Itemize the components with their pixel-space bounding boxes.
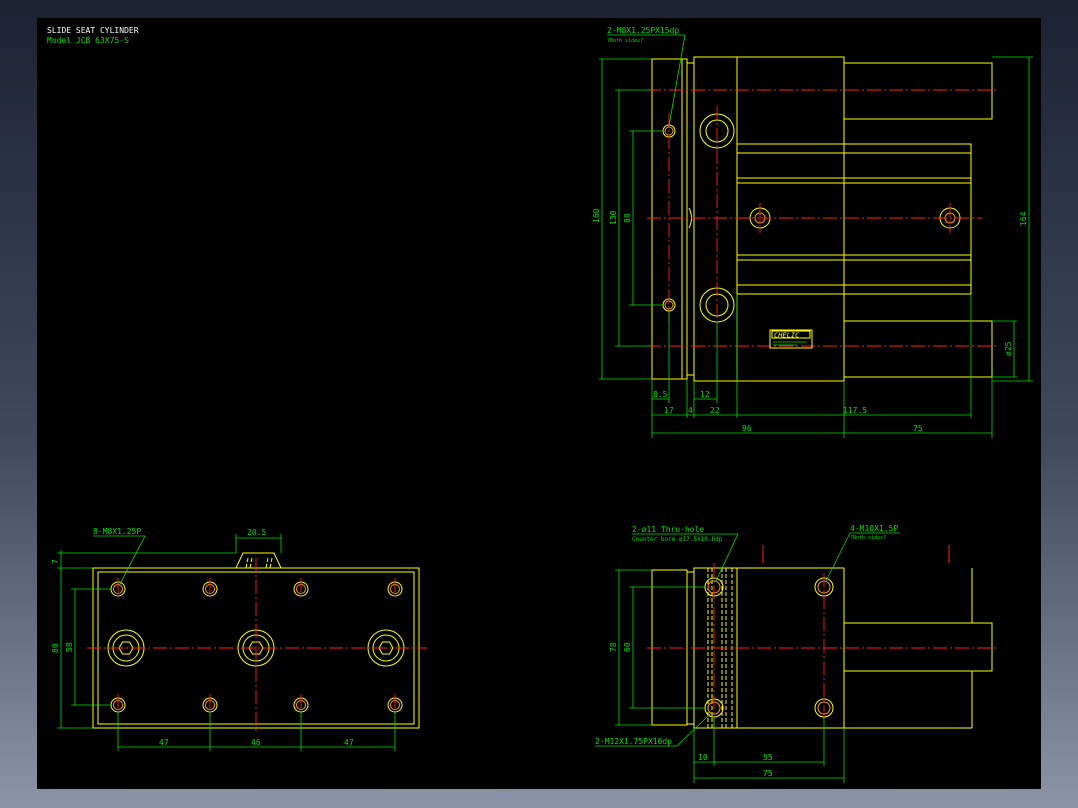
dim-dia25: ø25 [1004, 341, 1013, 356]
dim-8-5: 8.5 [653, 390, 668, 399]
dim-47-right: 47 [344, 738, 354, 747]
dim-88: 88 [623, 213, 632, 223]
br-callout-counterbore: Counter bore ø17.5X10.8dp [632, 536, 723, 543]
bl-callout-thread: 8-M8X1.25P [93, 527, 141, 536]
dim-117-5: 117.5 [843, 406, 867, 415]
dim-22: 22 [710, 406, 720, 415]
top-view: CHELIC 160 130 88 164 ø25 8.5 12 17 4 22… [592, 26, 1033, 438]
dim-4: 4 [688, 406, 693, 415]
dim-78: 78 [609, 642, 618, 652]
dim-164: 164 [1019, 211, 1028, 226]
bottom-right-view: 78 60 10 55 75 2-ø11 Thru-hole Counter b… [595, 524, 999, 783]
top-callout-sides: ?Both sides? [607, 38, 643, 44]
dim-55: 55 [763, 753, 773, 762]
brand-label: CHELIC [774, 332, 800, 340]
dim-46: 46 [251, 738, 261, 747]
bottom-left-view: 20.5 7 80 58 47 46 47 8-M8X1.25P [51, 527, 427, 751]
drawing-canvas[interactable]: SLIDE SEAT CYLINDER Model JCB 63X75-S CH… [37, 18, 1041, 789]
dim-7: 7 [51, 559, 60, 564]
drawing-model: Model JCB 63X75-S [47, 36, 129, 45]
dim-58: 58 [65, 642, 74, 652]
dim-96: 96 [742, 424, 752, 433]
dim-80: 80 [51, 643, 60, 653]
dim-160: 160 [592, 208, 601, 223]
dim-75: 75 [913, 424, 923, 433]
br-callout-m12: 2-M12X1.75PX16dp [595, 737, 672, 746]
dim-47-left: 47 [159, 738, 169, 747]
dim-130: 130 [609, 210, 618, 225]
br-callout-m10: 4-M10X1.5P [850, 524, 898, 533]
drawing-title: SLIDE SEAT CYLINDER [47, 26, 139, 35]
top-callout-thread: 2-M8X1.25PX15dp [607, 26, 679, 35]
cad-drawing: SLIDE SEAT CYLINDER Model JCB 63X75-S CH… [47, 26, 1033, 783]
dim-60: 60 [623, 642, 632, 652]
br-callout-m10-sides: ?Both sides? [850, 535, 886, 541]
dim-17: 17 [664, 406, 674, 415]
dim-20-5: 20.5 [247, 528, 266, 537]
dim-12: 12 [700, 390, 710, 399]
br-callout-hole: 2-ø11 Thru-hole [632, 525, 704, 534]
dim-75-bottom: 75 [763, 769, 773, 778]
dim-10: 10 [698, 753, 708, 762]
